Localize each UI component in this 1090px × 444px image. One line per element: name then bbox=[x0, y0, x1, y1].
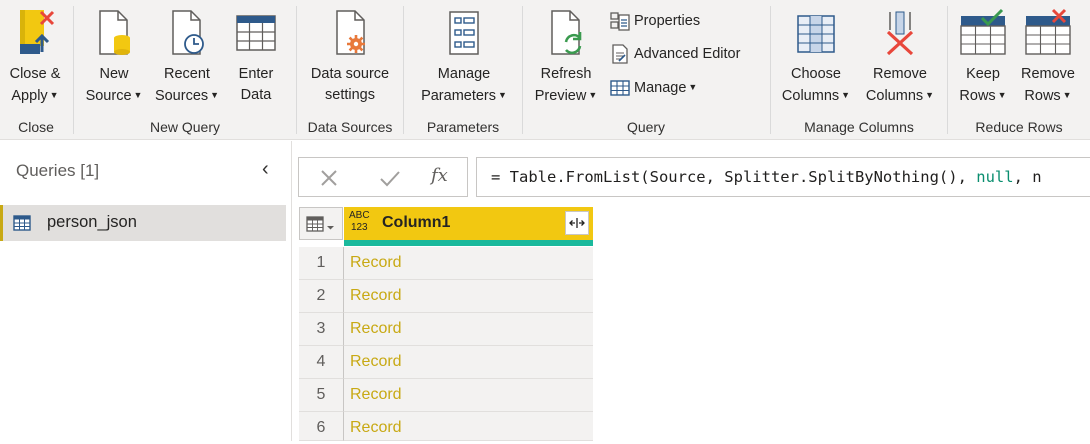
ribbon-group-manage-columns: Choose Columns ▼ Remove Columns ▼ Manage C… bbox=[771, 0, 947, 140]
table-menu-icon bbox=[306, 216, 334, 232]
chevron-down-icon: ▼ bbox=[133, 90, 143, 100]
ribbon-group-data-sources: Data source settings Data Sources bbox=[297, 0, 403, 140]
collapse-pane-chevron-left-icon[interactable]: ‹ bbox=[262, 158, 269, 181]
column-header-column1[interactable]: ABC 123 Column1 bbox=[344, 207, 593, 240]
recent-sources-button[interactable]: Recent Sources ▼ bbox=[150, 8, 224, 107]
close-apply-icon bbox=[20, 10, 55, 54]
chevron-down-icon: ▼ bbox=[841, 90, 851, 100]
ribbon-group-reduce-rows: Keep Rows ▼ Remove Rows ▼ Reduce Rows bbox=[948, 0, 1090, 140]
ribbon: Close & Apply ▼ Close New Source ▼ Recen… bbox=[0, 0, 1090, 140]
row-number[interactable]: 3 bbox=[299, 313, 344, 346]
table-cell-record[interactable]: Record bbox=[344, 280, 593, 313]
formula-text-null: null bbox=[976, 168, 1014, 186]
chevron-down-icon: ▼ bbox=[925, 90, 935, 100]
remove-rows-icon bbox=[1025, 8, 1071, 55]
keep-rows-button[interactable]: Keep Rows ▼ bbox=[954, 8, 1012, 107]
properties-icon bbox=[610, 12, 630, 31]
queries-pane: Queries [1] ‹ person_json bbox=[0, 141, 292, 441]
selected-accent bbox=[0, 205, 3, 241]
query-item-person-json[interactable]: person_json bbox=[0, 205, 286, 241]
table-menu-button[interactable] bbox=[299, 207, 343, 240]
formula-text-suffix: , n bbox=[1013, 168, 1042, 186]
expand-column-button[interactable] bbox=[565, 211, 589, 235]
row-number[interactable]: 2 bbox=[299, 280, 344, 313]
group-label-close: Close bbox=[18, 119, 54, 135]
formula-text-prefix: = Table.FromList(Source, Splitter.SplitB… bbox=[491, 168, 977, 186]
queries-pane-title: Queries [1] bbox=[16, 161, 100, 180]
refresh-preview-button[interactable]: Refresh Preview ▼ bbox=[529, 8, 603, 107]
data-source-settings-icon bbox=[336, 10, 365, 55]
column-name: Column1 bbox=[382, 214, 451, 231]
group-label-parameters: Parameters bbox=[426, 119, 500, 135]
data-source-settings-button[interactable]: Data source settings bbox=[303, 8, 397, 106]
chevron-down-icon: ▼ bbox=[1062, 90, 1072, 100]
row-number[interactable]: 6 bbox=[299, 412, 344, 441]
chevron-down-icon: ▼ bbox=[498, 90, 507, 100]
ribbon-group-query: Refresh Preview ▼ Properties Advanced Edi… bbox=[523, 0, 769, 140]
table-cell-record[interactable]: Record bbox=[344, 247, 593, 280]
close-apply-button[interactable]: Close & Apply ▼ bbox=[3, 8, 67, 107]
column-type-any-icon[interactable]: ABC 123 bbox=[349, 210, 370, 234]
table-grid-icon bbox=[236, 15, 276, 51]
new-source-button[interactable]: New Source ▼ bbox=[80, 8, 148, 107]
group-label-reduce-rows: Reduce Rows bbox=[975, 119, 1063, 135]
remove-columns-button[interactable]: Remove Columns ▼ bbox=[859, 8, 941, 107]
chevron-down-icon: ▼ bbox=[588, 90, 598, 100]
table-cell-record[interactable]: Record bbox=[344, 346, 593, 379]
chevron-down-icon: ▼ bbox=[210, 90, 220, 100]
manage-table-icon bbox=[610, 80, 630, 96]
formula-bar-buttons: fx bbox=[298, 157, 468, 197]
chevron-down-icon: ▼ bbox=[688, 82, 698, 92]
enter-data-button[interactable]: Enter Data bbox=[228, 8, 284, 106]
parameters-icon bbox=[449, 11, 479, 55]
manage-parameters-button[interactable]: Manage Parameters ▼ bbox=[412, 8, 516, 107]
recent-sources-icon bbox=[172, 10, 204, 55]
expand-arrows-icon bbox=[569, 218, 585, 228]
ribbon-group-new-query: New Source ▼ Recent Sources ▼ Enter Data N… bbox=[74, 0, 296, 140]
ribbon-group-parameters: Manage Parameters ▼ Parameters bbox=[404, 0, 522, 140]
formula-input[interactable]: = Table.FromList(Source, Splitter.SplitB… bbox=[476, 157, 1090, 197]
commit-check-icon[interactable] bbox=[379, 168, 401, 188]
table-cell-record[interactable]: Record bbox=[344, 379, 593, 412]
cancel-x-icon[interactable] bbox=[319, 168, 339, 188]
advanced-editor-icon bbox=[612, 44, 628, 64]
refresh-icon bbox=[551, 10, 582, 55]
group-label-new-query: New Query bbox=[149, 119, 221, 135]
chevron-down-icon: ▼ bbox=[49, 90, 59, 100]
table-cell-record[interactable]: Record bbox=[344, 313, 593, 346]
manage-button[interactable]: Manage ▼ bbox=[609, 76, 697, 98]
query-item-label: person_json bbox=[47, 213, 137, 231]
keep-rows-icon bbox=[960, 8, 1006, 55]
choose-columns-button[interactable]: Choose Columns ▼ bbox=[775, 8, 857, 107]
remove-rows-button[interactable]: Remove Rows ▼ bbox=[1016, 8, 1080, 107]
ribbon-group-close: Close & Apply ▼ Close bbox=[0, 0, 72, 140]
remove-columns-icon bbox=[886, 11, 914, 56]
group-label-manage-columns: Manage Columns bbox=[804, 119, 914, 135]
table-cell-record[interactable]: Record bbox=[344, 412, 593, 441]
properties-button[interactable]: Properties bbox=[609, 10, 700, 32]
group-label-query: Query bbox=[626, 119, 666, 135]
group-label-data-sources: Data Sources bbox=[307, 119, 393, 135]
fx-icon[interactable]: fx bbox=[431, 165, 448, 186]
table-icon bbox=[13, 215, 31, 231]
choose-columns-icon bbox=[797, 15, 835, 53]
row-number[interactable]: 5 bbox=[299, 379, 344, 412]
advanced-editor-button[interactable]: Advanced Editor bbox=[609, 43, 740, 65]
new-source-icon bbox=[99, 10, 130, 55]
chevron-down-icon: ▼ bbox=[997, 90, 1007, 100]
column-quality-bar bbox=[344, 240, 593, 246]
row-number[interactable]: 1 bbox=[299, 247, 344, 280]
row-number[interactable]: 4 bbox=[299, 346, 344, 379]
